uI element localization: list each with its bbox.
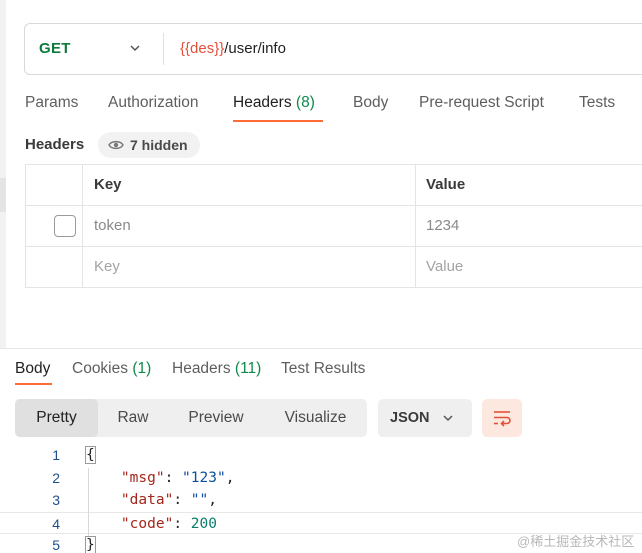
- view-raw-button[interactable]: Raw: [98, 399, 168, 437]
- url-input[interactable]: {{des}}/user/info: [180, 24, 286, 74]
- token-plain: :: [173, 492, 191, 508]
- table-row: token 1234: [26, 206, 642, 247]
- sidebar-edge: [0, 0, 6, 348]
- line-number: 3: [52, 492, 60, 508]
- wrap-lines-button[interactable]: [482, 399, 522, 437]
- token-plain: ,: [225, 469, 235, 486]
- token-brace: {: [85, 446, 96, 464]
- tab-pre-request-script[interactable]: Pre-request Script: [419, 92, 544, 114]
- line-number: 5: [52, 537, 60, 553]
- chevron-down-icon[interactable]: [129, 42, 141, 54]
- tab-test-results[interactable]: Test Results: [281, 359, 365, 379]
- line-number: 1: [52, 447, 60, 463]
- token-plain: ,: [208, 492, 217, 508]
- url-path: /user/info: [224, 40, 286, 57]
- token-num: 200: [190, 515, 217, 532]
- sidebar-edge-marker: [0, 178, 6, 212]
- tab-authorization[interactable]: Authorization: [108, 92, 198, 114]
- header-key-cell[interactable]: token: [83, 206, 416, 246]
- new-row-checkbox-cell: [26, 247, 83, 287]
- line-number: 2: [52, 469, 60, 486]
- view-pretty-button[interactable]: Pretty: [15, 399, 98, 437]
- token-key: "data": [120, 492, 174, 508]
- new-value-input[interactable]: Value: [416, 247, 642, 287]
- tab-tests[interactable]: Tests: [579, 92, 615, 114]
- request-url-bar: GET {{des}}/user/info: [24, 23, 642, 75]
- view-preview-button[interactable]: Preview: [168, 399, 264, 437]
- headers-section-title: Headers: [25, 136, 85, 153]
- token-key: "msg": [120, 469, 165, 486]
- view-mode-group: Pretty Raw Preview Visualize: [15, 399, 367, 437]
- format-select[interactable]: JSON: [378, 399, 472, 437]
- new-key-input[interactable]: Key: [83, 247, 416, 287]
- chevron-down-icon: [443, 415, 453, 422]
- indent-guide: [88, 468, 89, 536]
- code-text: "code": 200: [86, 513, 217, 536]
- response-active-tab-indicator: [15, 383, 52, 385]
- token-brace: }: [85, 536, 96, 553]
- line-number: 4: [52, 515, 60, 532]
- column-header-key: Key: [83, 165, 416, 205]
- table-header-checkbox-cell: [26, 165, 83, 205]
- column-header-value: Value: [426, 176, 466, 193]
- wrap-lines-icon: [494, 411, 511, 427]
- row-enable-checkbox[interactable]: [54, 215, 76, 237]
- code-text: "data": "",: [86, 489, 217, 512]
- watermark: @稀土掘金技术社区: [517, 534, 635, 549]
- code-line: 3 "data": "",: [0, 489, 642, 512]
- token-plain: :: [173, 515, 191, 532]
- active-tab-indicator: [233, 120, 323, 122]
- code-text: }: [85, 534, 96, 553]
- hidden-headers-label: 7 hidden: [130, 137, 188, 153]
- token-str: "": [190, 492, 209, 508]
- token-str: "123": [182, 469, 226, 486]
- format-label: JSON: [390, 410, 430, 426]
- url-variable: {{des}}: [180, 40, 225, 57]
- tab-headers-count: (8): [295, 94, 315, 111]
- table-row-new: Key Value: [26, 247, 642, 288]
- tab-headers[interactable]: Headers (8): [233, 92, 315, 114]
- tab-response-cookies[interactable]: Cookies (1): [72, 359, 151, 379]
- code-line: 1{: [0, 444, 642, 467]
- headers-table: Key Value token 1234 Key Value: [25, 164, 642, 288]
- eye-icon: [108, 140, 124, 150]
- view-visualize-button[interactable]: Visualize: [264, 399, 367, 437]
- response-divider[interactable]: [0, 348, 642, 349]
- tab-body[interactable]: Body: [353, 92, 388, 114]
- table-header-row: Key Value: [26, 165, 642, 206]
- token-key: "code": [120, 515, 174, 532]
- header-value-cell[interactable]: 1234: [416, 206, 642, 246]
- code-text: "msg": "123",: [86, 467, 235, 490]
- hidden-headers-toggle[interactable]: 7 hidden: [98, 132, 200, 158]
- row-checkbox-cell: [26, 206, 83, 246]
- http-method-select[interactable]: GET: [39, 24, 71, 74]
- token-plain: :: [164, 469, 183, 486]
- tab-params[interactable]: Params: [25, 92, 78, 114]
- code-line: 2 "msg": "123",: [0, 467, 642, 490]
- code-text: {: [85, 444, 96, 467]
- tab-response-headers[interactable]: Headers (11): [172, 359, 261, 379]
- url-divider: [163, 33, 164, 65]
- tab-response-body[interactable]: Body: [15, 359, 50, 379]
